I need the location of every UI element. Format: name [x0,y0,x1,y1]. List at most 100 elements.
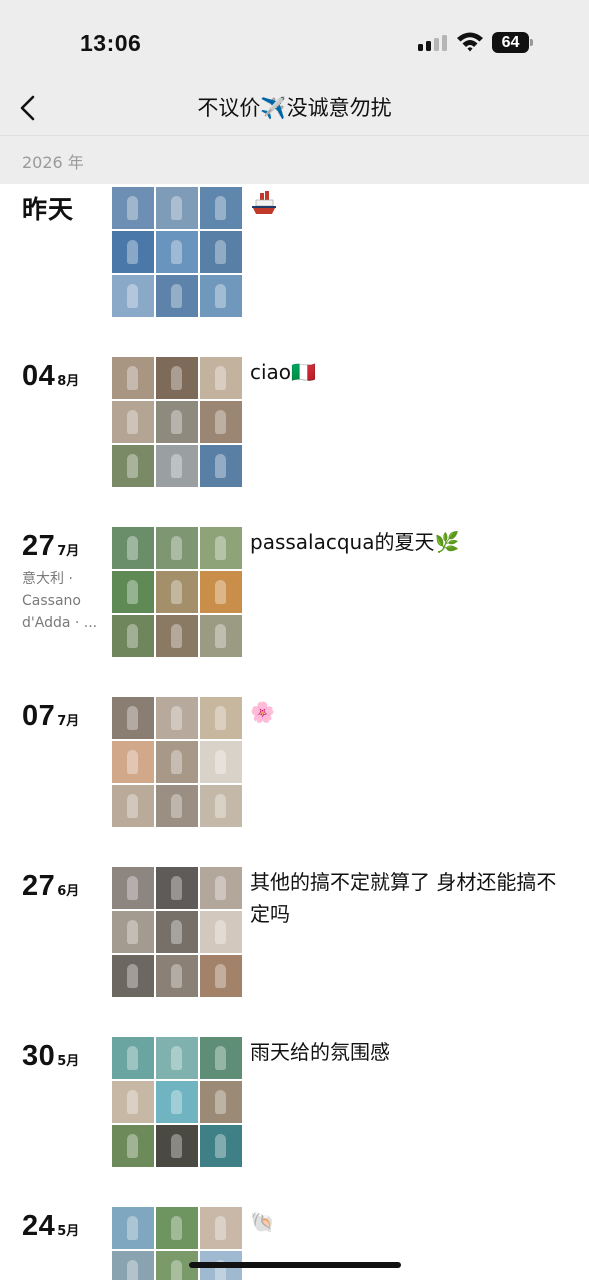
photo-thumbnail[interactable] [112,1251,154,1280]
photo-thumbnail[interactable] [156,571,198,613]
photo-thumbnail[interactable] [112,275,154,317]
moments-feed[interactable]: 昨天 04 8月 ciao🇮🇹 27 7月 意大利 · Cassano d'Adda… [0,184,589,1280]
post-month: 8月 [57,374,80,389]
post-location[interactable]: 意大利 · Cassano d'Adda · ... [22,568,104,634]
post-item[interactable]: 07 7月 🌸 [0,694,589,828]
photo-thumbnail[interactable] [112,911,154,953]
post-date: 27 7月 [22,530,79,563]
photo-thumbnail[interactable] [112,615,154,657]
post-date-word: 昨天 [22,195,75,224]
photo-thumbnail[interactable] [156,1037,198,1079]
photo-thumbnail[interactable] [156,785,198,827]
photo-thumbnail[interactable] [112,445,154,487]
photo-grid[interactable] [112,697,242,827]
photo-thumbnail[interactable] [200,187,242,229]
post-date: 07 7月 [22,700,79,733]
photo-thumbnail[interactable] [200,615,242,657]
photo-grid[interactable] [112,1207,242,1280]
post-date: 昨天 [22,190,74,226]
photo-thumbnail[interactable] [112,231,154,273]
post-item[interactable]: 04 8月 ciao🇮🇹 [0,354,589,488]
photo-thumbnail[interactable] [200,697,242,739]
photo-thumbnail[interactable] [112,1037,154,1079]
photo-thumbnail[interactable] [156,1125,198,1167]
photo-thumbnail[interactable] [200,357,242,399]
photo-thumbnail[interactable] [112,1081,154,1123]
cellular-signal-icon [418,33,448,51]
post-month: 5月 [57,1054,80,1069]
photo-thumbnail[interactable] [112,571,154,613]
photo-thumbnail[interactable] [156,231,198,273]
photo-thumbnail[interactable] [200,741,242,783]
nav-bar: 不议价✈️没诚意勿扰 [0,84,589,136]
photo-thumbnail[interactable] [156,187,198,229]
photo-grid[interactable] [112,187,242,317]
post-day: 07 [22,700,56,732]
photo-thumbnail[interactable] [156,867,198,909]
status-bar: 13:06 64 [0,0,589,84]
photo-thumbnail[interactable] [112,785,154,827]
photo-thumbnail[interactable] [200,1037,242,1079]
photo-thumbnail[interactable] [156,357,198,399]
photo-grid[interactable] [112,1037,242,1167]
post-month: 6月 [57,884,80,899]
photo-thumbnail[interactable] [200,911,242,953]
post-month: 5月 [57,1224,80,1239]
home-indicator[interactable] [189,1262,401,1268]
photo-thumbnail[interactable] [156,445,198,487]
photo-thumbnail[interactable] [200,571,242,613]
photo-thumbnail[interactable] [156,1207,198,1249]
post-caption: 其他的搞不定就算了 身材还能搞不定吗 [250,870,557,926]
photo-thumbnail[interactable] [156,911,198,953]
photo-thumbnail[interactable] [112,401,154,443]
photo-thumbnail[interactable] [200,785,242,827]
battery-icon: 64 [492,32,534,53]
post-date: 24 5月 [22,1210,79,1243]
photo-thumbnail[interactable] [200,231,242,273]
photo-thumbnail[interactable] [200,1207,242,1249]
photo-thumbnail[interactable] [156,697,198,739]
post-caption: passalacqua的夏天🌿 [250,526,560,558]
post-item[interactable]: 24 5月 🐚 [0,1204,589,1280]
post-caption-text: 🌸 [250,700,275,724]
photo-thumbnail[interactable] [112,527,154,569]
photo-thumbnail[interactable] [112,1125,154,1167]
post-item[interactable]: 昨天 [0,184,589,318]
post-item[interactable]: 27 6月 其他的搞不定就算了 身材还能搞不定吗 [0,864,589,998]
photo-thumbnail[interactable] [156,275,198,317]
photo-grid[interactable] [112,527,242,657]
post-day: 30 [22,1040,56,1072]
post-caption-text: ciao🇮🇹 [250,360,316,384]
photo-thumbnail[interactable] [112,1207,154,1249]
photo-thumbnail[interactable] [200,1081,242,1123]
photo-thumbnail[interactable] [156,615,198,657]
photo-thumbnail[interactable] [200,867,242,909]
page-title: 不议价✈️没诚意勿扰 [197,96,392,120]
photo-thumbnail[interactable] [156,401,198,443]
photo-grid[interactable] [112,357,242,487]
photo-thumbnail[interactable] [112,187,154,229]
photo-thumbnail[interactable] [200,445,242,487]
photo-thumbnail[interactable] [112,741,154,783]
photo-thumbnail[interactable] [200,401,242,443]
post-item[interactable]: 30 5月 雨天给的氛围感 [0,1034,589,1168]
photo-thumbnail[interactable] [200,527,242,569]
photo-grid[interactable] [112,867,242,997]
photo-thumbnail[interactable] [156,1081,198,1123]
post-date: 30 5月 [22,1040,79,1073]
post-day: 27 [22,870,56,902]
photo-thumbnail[interactable] [112,357,154,399]
photo-thumbnail[interactable] [200,275,242,317]
photo-thumbnail[interactable] [156,741,198,783]
photo-thumbnail[interactable] [200,955,242,997]
photo-thumbnail[interactable] [200,1125,242,1167]
photo-thumbnail[interactable] [156,955,198,997]
post-item[interactable]: 27 7月 意大利 · Cassano d'Adda · ... passalac… [0,524,589,658]
photo-thumbnail[interactable] [112,867,154,909]
photo-thumbnail[interactable] [112,955,154,997]
year-header: 2026 年 [0,136,589,184]
photo-thumbnail[interactable] [112,697,154,739]
photo-thumbnail[interactable] [156,527,198,569]
year-label: 2026 年 [22,153,84,172]
battery-level: 64 [492,32,529,53]
